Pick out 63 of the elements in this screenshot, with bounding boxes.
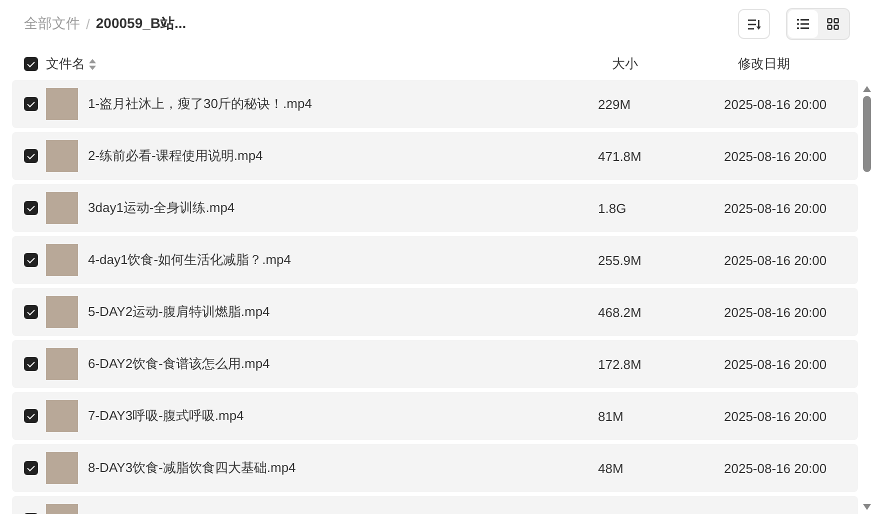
file-size: 468.2M <box>598 304 642 320</box>
modified-date: 2025-08-16 20:00 <box>724 408 827 424</box>
modified-date: 2025-08-16 20:00 <box>724 148 827 164</box>
video-thumbnail <box>46 400 78 432</box>
scroll-up-icon[interactable] <box>863 86 871 92</box>
file-name: 6-DAY2饮食-食谱该怎么用.mp4 <box>88 355 271 373</box>
scrollbar-thumb[interactable] <box>863 96 871 172</box>
modified-date: 2025-08-16 20:00 <box>724 96 827 112</box>
checkbox[interactable] <box>24 149 38 163</box>
sort-arrows-icon <box>89 58 96 70</box>
file-name: 3day1运动-全身训练.mp4 <box>88 199 236 217</box>
file-size: 255.9M <box>598 252 642 268</box>
file-row[interactable]: 5-DAY2运动-腹肩特训燃脂.mp4 468.2M 2025-08-16 20:00 <box>12 288 858 336</box>
file-name: 1-盗月社沐上，瘦了30斤的秘诀！.mp4 <box>88 95 313 113</box>
checkbox[interactable] <box>24 409 38 423</box>
view-mode-button[interactable] <box>788 10 818 38</box>
modified-date: 2025-08-16 20:00 <box>724 460 827 476</box>
grid-icon <box>827 18 839 30</box>
column-header[interactable]: 大小 <box>612 55 738 73</box>
file-row[interactable]: 3day1运动-全身训练.mp4 1.8G 2025-08-16 20:00 <box>12 184 858 232</box>
checkbox[interactable] <box>24 357 38 371</box>
checkbox[interactable] <box>24 305 38 319</box>
file-name: 7-DAY3呼吸-腹式呼吸.mp4 <box>88 407 245 425</box>
file-size: 229M <box>598 96 632 112</box>
checkbox[interactable] <box>24 253 38 267</box>
file-size: 81M <box>598 408 624 424</box>
modified-date: 2025-08-16 20:00 <box>724 356 827 372</box>
file-name: 2-练前必看-课程使用说明.mp4 <box>88 147 264 165</box>
checkbox[interactable] <box>24 201 38 215</box>
file-name: 5-DAY2运动-腹肩特训燃脂.mp4 <box>88 303 271 321</box>
file-row[interactable]: 6-DAY2饮食-食谱该怎么用.mp4 172.8M 2025-08-16 20:00 <box>12 340 858 388</box>
file-row[interactable]: 7-DAY3呼吸-腹式呼吸.mp4 81M 2025-08-16 20:00 <box>12 392 858 440</box>
file-size: 48M <box>598 460 624 476</box>
video-thumbnail <box>46 348 78 380</box>
column-header[interactable]: 修改日期 <box>738 55 790 73</box>
column-header[interactable]: 文件名 <box>46 55 85 73</box>
list-icon <box>797 19 809 29</box>
file-row[interactable]: 1-盗月社沐上，瘦了30斤的秘诀！.mp4 229M 2025-08-16 20:00 <box>12 80 858 128</box>
video-thumbnail <box>46 192 78 224</box>
modified-date: 2025-08-16 20:00 <box>724 304 827 320</box>
file-name: 4-day1饮食-如何生活化减脂？.mp4 <box>88 251 292 269</box>
file-size: 1.8G <box>598 200 628 216</box>
file-size: 172.8M <box>598 356 642 372</box>
scroll-down-icon[interactable] <box>863 504 871 510</box>
file-row[interactable]: 8-DAY3饮食-减脂饮食四大基础.mp4 48M 2025-08-16 20:00 <box>12 444 858 492</box>
sort-icon <box>748 18 760 30</box>
checkbox[interactable] <box>24 461 38 475</box>
file-row[interactable]: 2-练前必看-课程使用说明.mp4 471.8M 2025-08-16 20:00 <box>12 132 858 180</box>
video-thumbnail <box>46 452 78 484</box>
modified-date: 2025-08-16 20:00 <box>724 200 827 216</box>
video-thumbnail <box>46 140 78 172</box>
file-size: 471.8M <box>598 148 642 164</box>
file-name: 8-DAY3饮食-减脂饮食四大基础.mp4 <box>88 459 297 477</box>
breadcrumb-link[interactable]: 200059_B站... <box>96 15 186 33</box>
video-thumbnail <box>46 88 78 120</box>
sort-button[interactable] <box>738 9 770 39</box>
video-thumbnail <box>46 296 78 328</box>
video-thumbnail <box>46 244 78 276</box>
breadcrumb-separator: / <box>86 16 90 32</box>
checkbox[interactable] <box>24 57 38 71</box>
modified-date: 2025-08-16 20:00 <box>724 252 827 268</box>
checkbox[interactable] <box>24 97 38 111</box>
file-row[interactable]: 4-day1饮食-如何生活化减脂？.mp4 255.9M 2025-08-16 20:00 <box>12 236 858 284</box>
